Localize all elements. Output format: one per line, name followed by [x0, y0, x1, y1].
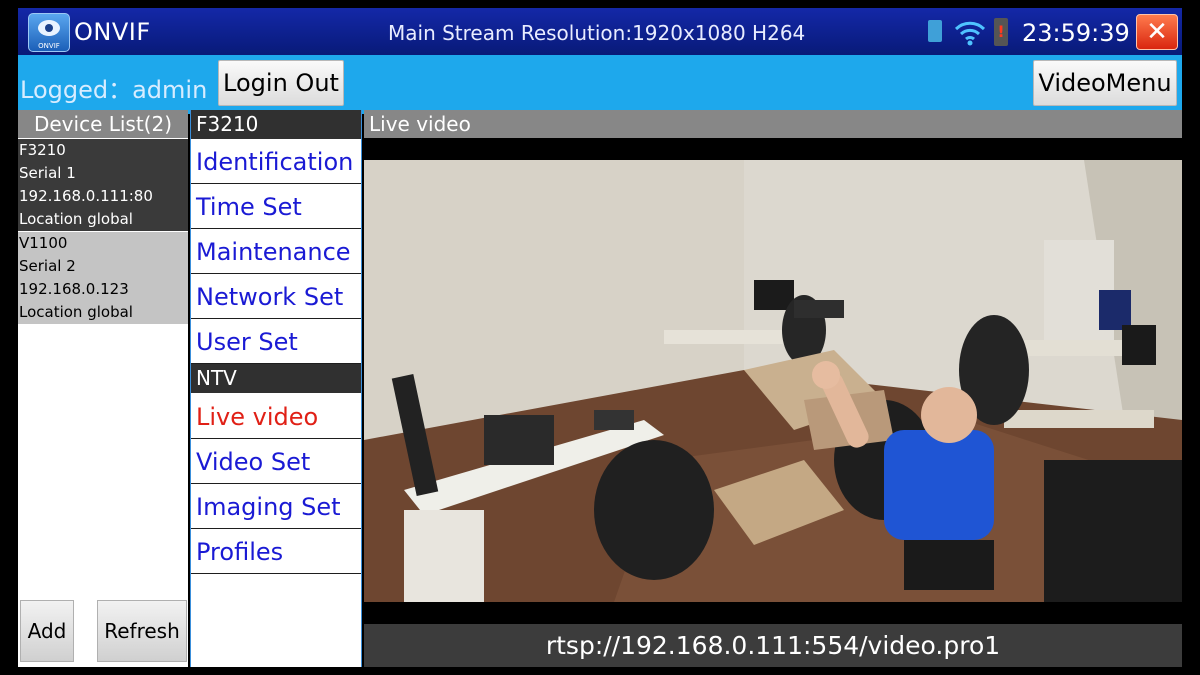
menu-item-imaging-set[interactable]: Imaging Set — [191, 485, 361, 529]
device-serial: Serial 2 — [19, 257, 76, 275]
logged-in-status: Logged：admin — [20, 76, 208, 104]
app-window: ONVIF ONVIF Main Stream Resolution:1920x… — [18, 8, 1182, 667]
device-address: 192.168.0.111:80 — [19, 187, 153, 205]
device-menu-header: F3210 — [191, 110, 361, 139]
sd-card-icon — [928, 20, 942, 42]
ntv-menu-header: NTV — [191, 364, 361, 393]
settings-menu: F3210 Identification Time Set Maintenanc… — [190, 110, 362, 667]
menu-item-network-set[interactable]: Network Set — [191, 275, 361, 319]
device-item-f3210[interactable]: F3210 Serial 1 192.168.0.111:80 Location… — [18, 139, 188, 231]
close-button[interactable]: ✕ — [1136, 14, 1178, 50]
title-bar: ONVIF ONVIF Main Stream Resolution:1920x… — [18, 8, 1182, 55]
menu-item-video-set[interactable]: Video Set — [191, 440, 361, 484]
rtsp-url: rtsp://192.168.0.111:554/video.pro1 — [364, 624, 1182, 667]
device-item-v1100[interactable]: V1100 Serial 2 192.168.0.123 Location gl… — [18, 232, 188, 324]
device-list-header: Device List(2) — [18, 110, 188, 138]
device-list-panel: Device List(2) F3210 Serial 1 192.168.0.… — [18, 110, 188, 667]
device-address: 192.168.0.123 — [19, 280, 129, 298]
battery-icon: ! — [994, 18, 1008, 46]
device-name: V1100 — [19, 234, 68, 252]
menu-item-time-set[interactable]: Time Set — [191, 185, 361, 229]
device-location: Location global — [19, 210, 133, 228]
device-name: F3210 — [19, 141, 66, 159]
menu-item-user-set[interactable]: User Set — [191, 320, 361, 364]
device-serial: Serial 1 — [19, 164, 76, 182]
wifi-icon — [954, 21, 986, 46]
close-icon: ✕ — [1146, 17, 1168, 47]
menu-item-identification[interactable]: Identification — [191, 140, 361, 184]
menu-item-maintenance[interactable]: Maintenance — [191, 230, 361, 274]
login-out-button[interactable]: Login Out — [218, 60, 344, 106]
app-title: ONVIF — [74, 18, 151, 46]
onvif-logo-icon: ONVIF — [28, 13, 70, 52]
menu-item-live-video[interactable]: Live video — [191, 395, 361, 439]
stream-resolution-info: Main Stream Resolution:1920x1080 H264 — [388, 21, 806, 45]
live-video-header: Live video — [364, 110, 1182, 138]
add-button[interactable]: Add — [20, 600, 74, 662]
device-location: Location global — [19, 303, 133, 321]
menu-item-profiles[interactable]: Profiles — [191, 530, 361, 574]
video-menu-button[interactable]: VideoMenu — [1033, 60, 1177, 106]
refresh-button[interactable]: Refresh — [97, 600, 187, 662]
toolbar: Logged：admin Login Out VideoMenu — [18, 55, 1182, 114]
live-video-panel: Live video rtsp://192.168.0.111:554/vide… — [364, 110, 1182, 667]
clock: 23:59:39 — [1022, 19, 1130, 47]
camera-feed-image[interactable] — [364, 160, 1182, 602]
